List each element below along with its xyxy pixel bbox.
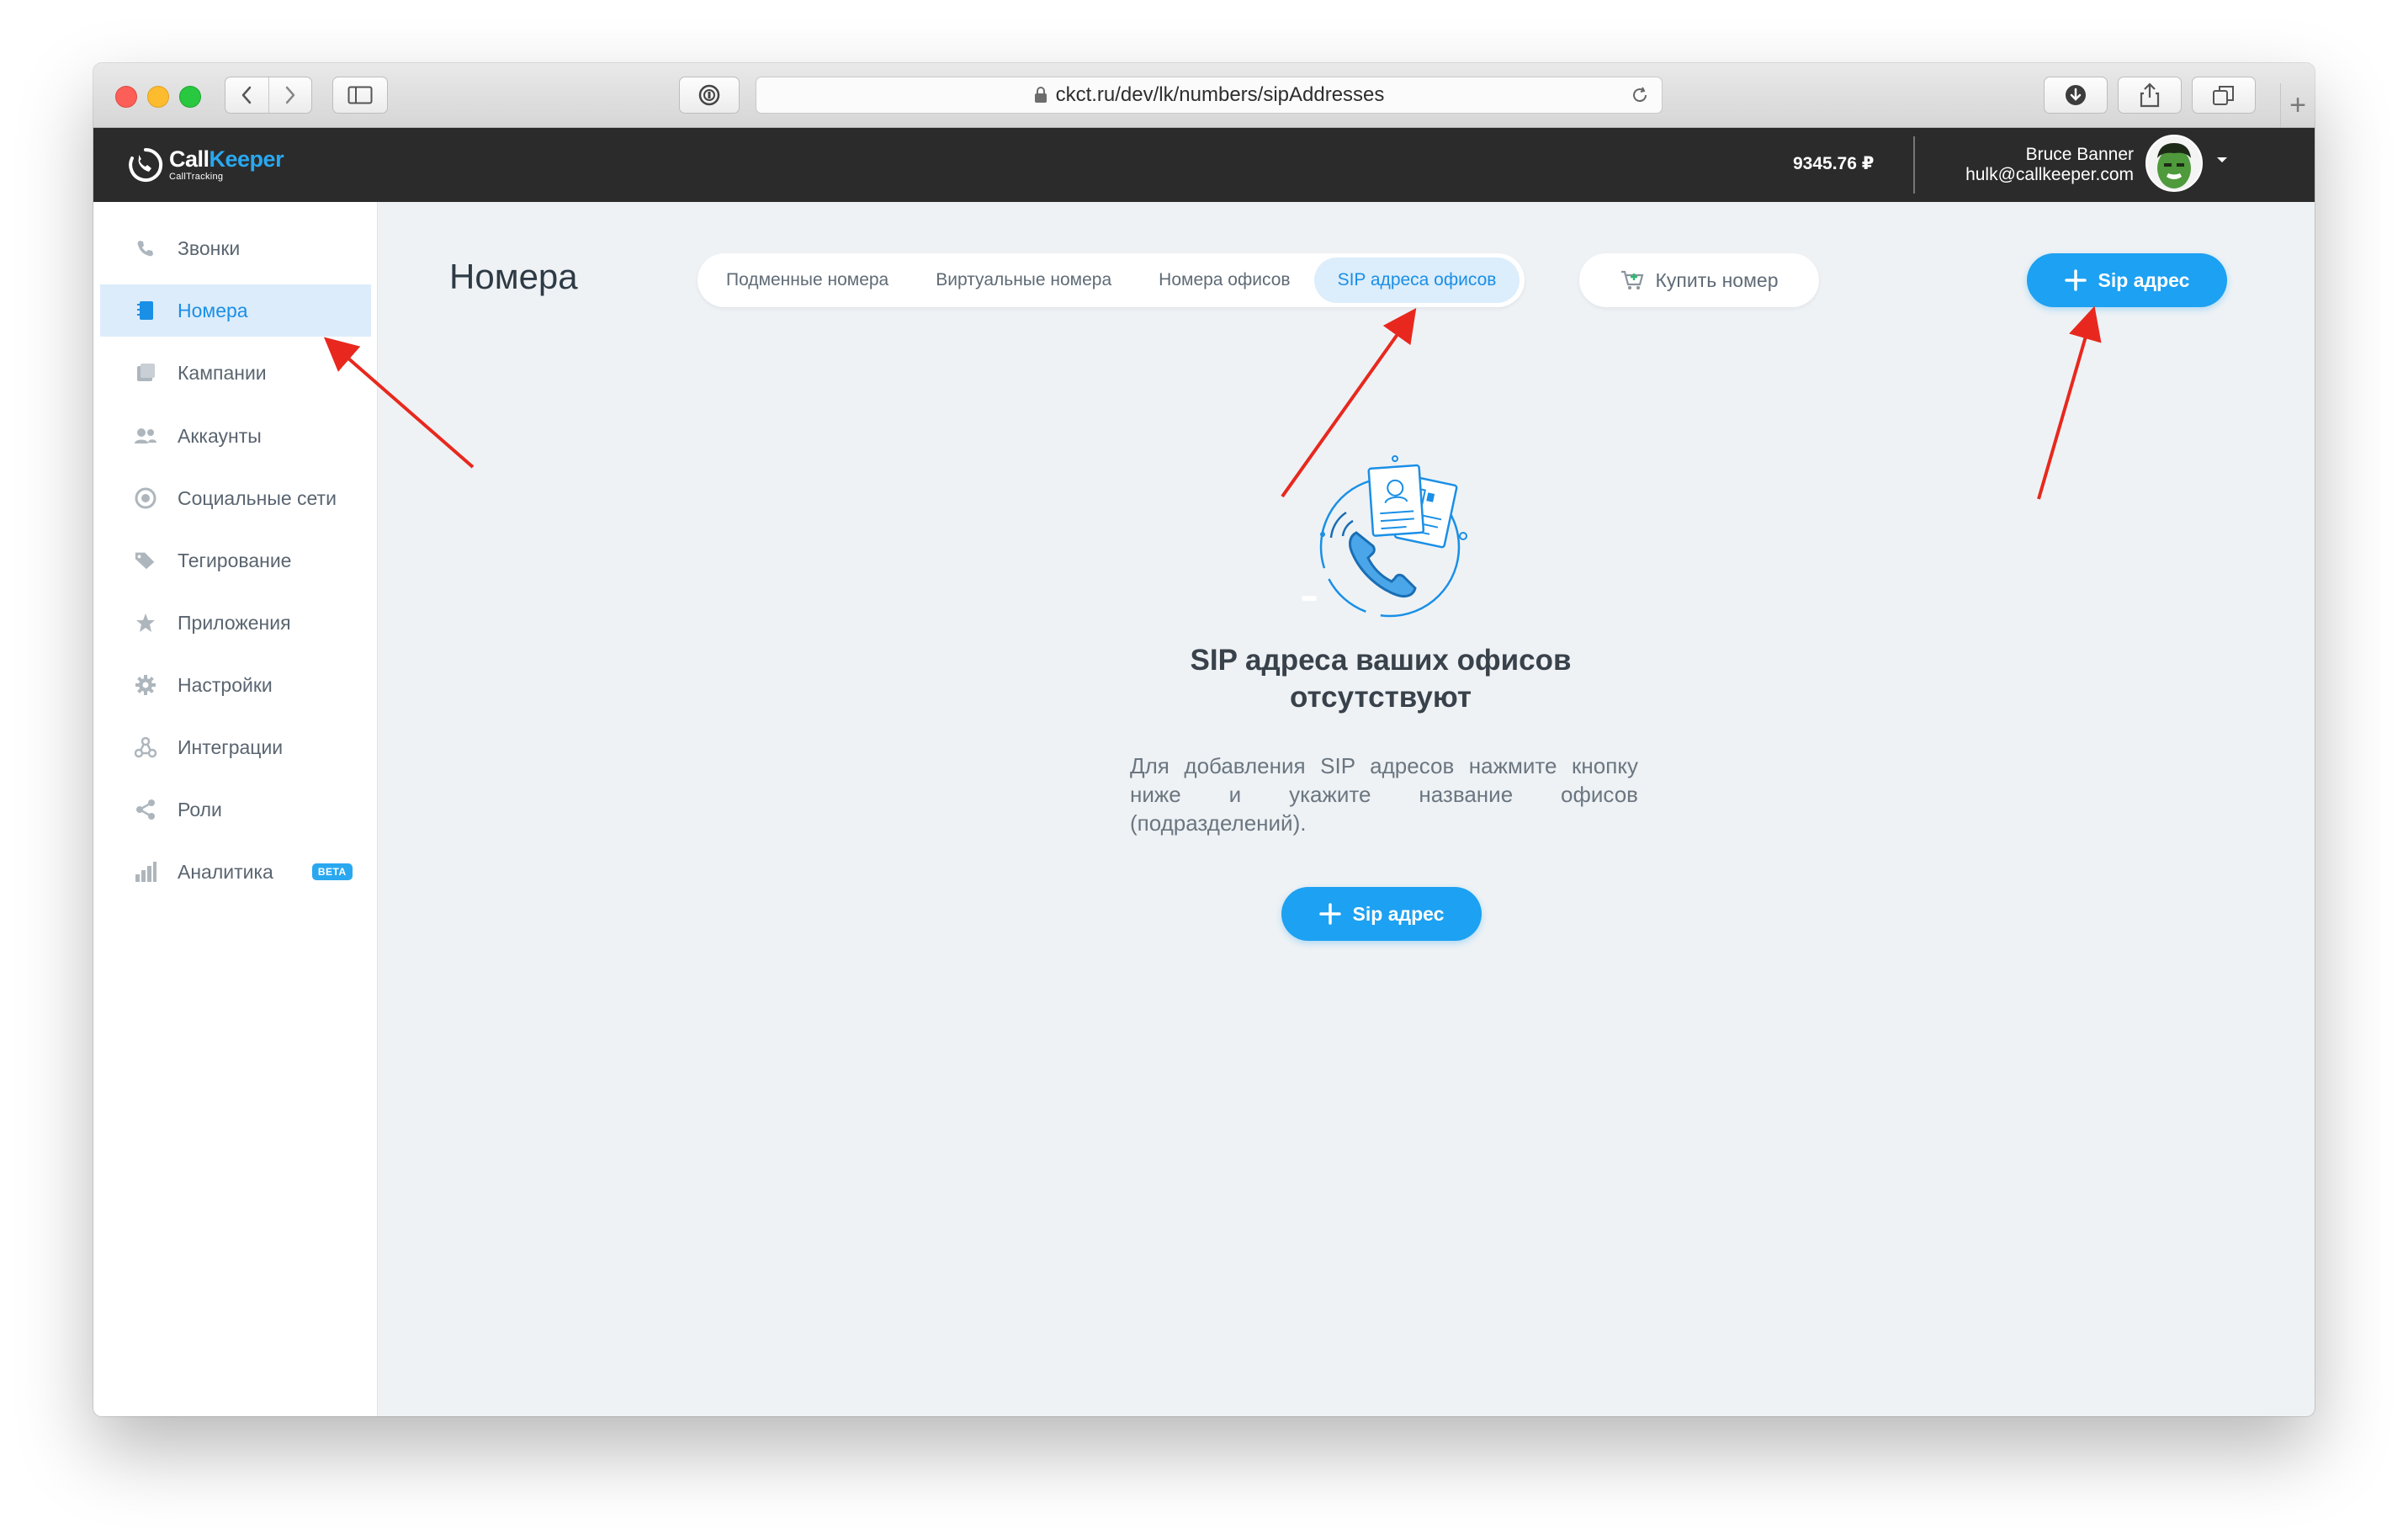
sidebar-item-tagging[interactable]: Тегирование [100, 534, 371, 587]
avatar[interactable] [2145, 135, 2203, 192]
logo-text-keeper: Keeper [209, 146, 284, 172]
user-info[interactable]: Bruce Banner hulk@callkeeper.com [1944, 145, 2134, 185]
numbers-book-icon [134, 299, 157, 322]
zoom-window-button[interactable] [179, 86, 201, 108]
logo-text-call: Call [169, 146, 210, 172]
sidebar-item-label: Звонки [178, 236, 241, 259]
tab-sip-addresses[interactable]: SIP адреса офисов [1313, 258, 1520, 303]
tags-icon [134, 549, 157, 572]
sidebar-item-label: Социальные сети [178, 486, 337, 509]
add-sip-address-label: Sip адрес [2098, 268, 2190, 291]
tabs-overview-button[interactable] [2192, 77, 2256, 114]
sidebar-item-label: Приложения [178, 611, 291, 634]
app-header: CallKeeper CallTracking 9345.76 ₽ Bruce … [93, 128, 2315, 202]
bar-chart-icon [134, 860, 157, 884]
minimize-window-button[interactable] [147, 86, 169, 108]
sidebar-item-label: Интеграции [178, 735, 284, 758]
hulk-avatar-icon [2147, 136, 2201, 190]
address-url: ckct.ru/dev/lk/numbers/sipAddresses [1055, 83, 1385, 106]
phone-icon [134, 236, 157, 260]
sidebar-item-integrations[interactable]: Интеграции [100, 721, 371, 773]
share-button[interactable] [2118, 77, 2182, 114]
reload-icon [1633, 87, 1647, 103]
sidebar-item-numbers[interactable]: Номера [100, 284, 371, 337]
sidebar-item-label: Тегирование [178, 549, 292, 571]
tab-office-numbers[interactable]: Номера офисов [1135, 258, 1313, 303]
campaigns-icon [134, 361, 157, 385]
users-icon [134, 424, 157, 448]
account-balance[interactable]: 9345.76 ₽ [1793, 153, 1874, 174]
sidebar: Звонки Номера Кампании Аккаунты Социальн… [93, 202, 378, 1416]
lock-icon [1034, 87, 1047, 103]
callkeeper-logo[interactable]: CallKeeper CallTracking [127, 146, 284, 183]
sidebar-toggle-button[interactable] [332, 77, 388, 114]
buy-number-button[interactable]: Купить номер [1579, 253, 1819, 307]
download-icon [2066, 85, 2086, 105]
sidebar-item-accounts[interactable]: Аккаунты [100, 410, 371, 462]
close-window-button[interactable] [115, 86, 137, 108]
downloads-button[interactable] [2044, 77, 2108, 114]
sidebar-icon [347, 86, 373, 104]
sidebar-item-settings[interactable]: Настройки [100, 659, 371, 711]
new-tab-button[interactable]: + [2280, 83, 2315, 127]
page-title: Номера [449, 257, 578, 296]
header-divider [1913, 136, 1915, 194]
empty-state-title: SIP адреса ваших офисов отсутствуют [1190, 644, 1572, 714]
history-nav-group [225, 77, 312, 114]
integrations-icon [134, 735, 157, 759]
chevron-down-icon[interactable] [2216, 156, 2228, 164]
tab-substitute-numbers[interactable]: Подменные номера [703, 258, 912, 303]
globe-icon [134, 486, 157, 510]
sip-empty-illustration [1302, 455, 1467, 618]
buy-number-label: Купить номер [1655, 268, 1779, 291]
tab-virtual-numbers[interactable]: Виртуальные номера [912, 258, 1135, 303]
numbers-tabs: Подменные номера Виртуальные номера Номе… [697, 253, 1525, 307]
user-email: hulk@callkeeper.com [1965, 165, 2134, 184]
address-bar[interactable]: ckct.ru/dev/lk/numbers/sipAddresses [756, 77, 1663, 114]
password-key-icon [698, 84, 720, 106]
logo-subtitle: CallTracking [169, 172, 224, 182]
sidebar-item-label: Кампании [178, 361, 267, 384]
sidebar-item-social[interactable]: Социальные сети [100, 472, 371, 524]
chevron-right-icon [285, 86, 294, 104]
browser-titlebar: ckct.ru/dev/lk/numbers/sipAddresses + [93, 63, 2315, 128]
beta-badge: BETA [311, 863, 353, 880]
chevron-left-icon [242, 86, 252, 104]
annotation-arrow-add-sip [2037, 305, 2102, 500]
sidebar-item-label: Настройки [178, 673, 273, 696]
browser-window: ckct.ru/dev/lk/numbers/sipAddresses + Ca… [93, 63, 2315, 1416]
user-name: Bruce Banner [2025, 145, 2134, 164]
add-sip-address-center-label: Sip адрес [1352, 902, 1445, 925]
back-button[interactable] [225, 77, 268, 113]
plus-icon [1318, 903, 1341, 925]
sidebar-item-label: Аккаунты [178, 424, 262, 447]
sidebar-item-roles[interactable]: Роли [100, 783, 371, 836]
plus-icon: + [2289, 88, 2306, 121]
password-manager-button[interactable] [679, 77, 740, 114]
add-sip-address-center-button[interactable]: Sip адрес [1281, 887, 1482, 941]
plus-icon [2064, 269, 2087, 291]
sidebar-item-calls[interactable]: Звонки [100, 222, 371, 274]
forward-button[interactable] [268, 77, 312, 113]
sidebar-item-label: Роли [178, 798, 222, 820]
empty-state-description: Для добавления SIP адресов нажмите кнопк… [1130, 753, 1638, 836]
cart-icon [1620, 269, 1644, 291]
logo-phone-icon [129, 147, 163, 182]
sidebar-item-analytics[interactable]: Аналитика BETA [100, 846, 371, 898]
share-roles-icon [134, 798, 157, 821]
tabs-icon [2213, 86, 2234, 105]
sidebar-item-apps[interactable]: Приложения [100, 597, 371, 649]
sidebar-item-campaigns[interactable]: Кампании [100, 347, 371, 399]
sidebar-item-label: Аналитика [178, 860, 273, 883]
add-sip-address-button[interactable]: Sip адрес [2027, 253, 2227, 307]
sidebar-item-label: Номера [178, 299, 248, 321]
share-icon [2140, 82, 2160, 108]
gear-icon [134, 673, 157, 697]
star-apps-icon [134, 611, 157, 635]
